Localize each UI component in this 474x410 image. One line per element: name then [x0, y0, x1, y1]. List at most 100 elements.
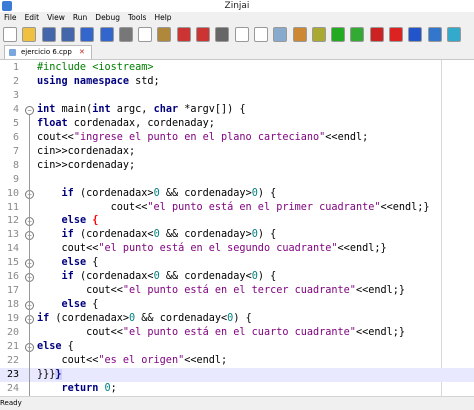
code-text: cout<<"es el origen"<<endl;: [37, 354, 228, 366]
line-number: 16: [6, 271, 19, 283]
title-bar: Zinjai: [0, 0, 474, 12]
code-text: else {: [61, 299, 99, 311]
menu-view[interactable]: View: [47, 13, 65, 22]
step-icon[interactable]: [408, 27, 423, 42]
code-line[interactable]: 6 cout<<"ingrese el punto en el plano car…: [0, 131, 474, 145]
replace-icon[interactable]: [273, 27, 288, 42]
code-line[interactable]: 5 float cordenadax, cordenaday;: [0, 117, 474, 131]
debug-icon[interactable]: [350, 27, 365, 42]
redo-icon[interactable]: [99, 27, 114, 42]
close-tab-icon[interactable]: ✕: [79, 48, 85, 56]
cpp-file-icon: [9, 49, 16, 56]
code-text: cout<<"el punto está en el tercer cuadra…: [37, 285, 406, 297]
fold-toggle-icon[interactable]: −: [25, 105, 34, 115]
line-number: 4: [12, 103, 19, 115]
code-text: cin>>cordenaday;: [37, 159, 136, 171]
line-number: 17: [6, 285, 19, 297]
copy-icon[interactable]: [138, 27, 153, 42]
code-line[interactable]: 24 return 0;: [0, 382, 474, 396]
code-line[interactable]: 18 else {: [0, 298, 474, 312]
save-icon[interactable]: [41, 27, 56, 42]
status-text: Ready: [0, 399, 22, 407]
code-line[interactable]: 20 cout<<"el punto está en el cuarto cua…: [0, 326, 474, 340]
code-line[interactable]: 13 if (cordenadax<0 && cordenaday>0) {: [0, 228, 474, 242]
help-icon[interactable]: [427, 27, 442, 42]
menu-run[interactable]: Run: [73, 13, 87, 22]
indent-icon[interactable]: [215, 27, 230, 42]
uncomment-icon[interactable]: [196, 27, 210, 42]
tab-label: ejercicio 6.cpp: [21, 48, 72, 56]
code-line[interactable]: 8 cin>>cordenaday;: [0, 159, 474, 173]
line-number: 3: [12, 89, 19, 101]
line-number: 14: [6, 243, 19, 255]
code-text: cout<<"el punto está en el cuarto cuadra…: [37, 327, 406, 339]
code-line[interactable]: 23}}}}: [0, 367, 474, 382]
menu-file[interactable]: File: [4, 13, 17, 22]
menu-tools[interactable]: Tools: [128, 13, 146, 22]
code-text: #include <iostream>: [37, 62, 154, 73]
line-number: 15: [6, 257, 19, 269]
code-line[interactable]: 22 cout<<"es el origen"<<endl;: [0, 354, 474, 368]
paste-icon[interactable]: [157, 27, 172, 42]
find-icon[interactable]: [234, 27, 249, 42]
code-line[interactable]: 12 else {: [0, 214, 474, 228]
code-text: if (cordenadax<0 && cordenaday<0) {: [61, 271, 277, 283]
line-number: 12: [6, 215, 19, 227]
code-line[interactable]: 10 if (cordenadax>0 && cordenaday>0) {: [0, 187, 474, 201]
line-number: 18: [6, 299, 19, 311]
find-next-icon[interactable]: [253, 27, 268, 42]
code-text: }}}}: [37, 368, 62, 380]
line-number: 22: [6, 354, 19, 366]
code-text: if (cordenadax>0 && cordenaday>0) {: [61, 187, 277, 199]
breakpoint-icon[interactable]: [389, 27, 403, 42]
save-all-icon[interactable]: [60, 27, 75, 42]
code-text: cout<<"el punto está en el primer cuadra…: [37, 201, 430, 213]
new-file-icon[interactable]: [3, 27, 17, 42]
line-number: 2: [12, 75, 19, 87]
line-number: 10: [6, 187, 19, 199]
code-text: return 0;: [61, 382, 117, 394]
code-text: else {: [61, 257, 99, 269]
line-number: 5: [12, 117, 19, 129]
menu-debug[interactable]: Debug: [95, 13, 120, 22]
line-number: 8: [12, 159, 19, 171]
code-line[interactable]: 11 cout<<"el punto está en el primer cua…: [0, 201, 474, 215]
clean-icon[interactable]: [311, 27, 326, 42]
code-line[interactable]: 3: [0, 89, 474, 103]
fold-guide: [29, 114, 30, 400]
menu-bar: File Edit View Run Debug Tools Help: [0, 12, 474, 24]
code-text: if (cordenadax>0 && cordenaday<0) {: [37, 313, 252, 325]
code-line[interactable]: 21 else {: [0, 340, 474, 354]
code-text: int main(int argc, char *argv[]) {: [37, 103, 246, 115]
code-line[interactable]: 4 int main(int argc, char *argv[]) {: [0, 103, 474, 117]
code-editor[interactable]: 1 #include <iostream> 2 using namespace std…: [0, 60, 474, 408]
code-line[interactable]: 9: [0, 173, 474, 187]
toolbar: [0, 24, 474, 45]
line-number: 19: [6, 313, 19, 325]
line-number: 7: [12, 145, 19, 157]
compile-icon[interactable]: [292, 27, 307, 42]
code-line[interactable]: 19 if (cordenadax>0 && cordenaday<0) {: [0, 312, 474, 326]
undo-icon[interactable]: [80, 27, 95, 42]
code-line[interactable]: 16 if (cordenadax<0 && cordenaday<0) {: [0, 270, 474, 284]
code-line[interactable]: 17 cout<<"el punto está en el tercer cua…: [0, 284, 474, 298]
run-icon[interactable]: [331, 27, 346, 42]
code-line[interactable]: 14 cout<<"el punto está en el segundo cu…: [0, 242, 474, 256]
code-line[interactable]: 7 cin>>cordenadax;: [0, 145, 474, 159]
cut-icon[interactable]: [118, 27, 133, 42]
code-line[interactable]: 1 #include <iostream>: [0, 61, 474, 75]
stop-icon[interactable]: [369, 27, 384, 42]
line-number: 21: [6, 341, 19, 352]
web-icon[interactable]: [446, 27, 461, 42]
code-line[interactable]: 15 else {: [0, 256, 474, 270]
code-text: cout<<"el punto está en el segundo cuadr…: [37, 243, 387, 255]
comment-icon[interactable]: [176, 27, 191, 42]
tab-bar: ejercicio 6.cpp ✕: [0, 44, 474, 60]
code-text: cout<<"ingrese el punto en el plano cart…: [37, 131, 369, 143]
open-icon[interactable]: [22, 27, 37, 42]
tab-file[interactable]: ejercicio 6.cpp ✕: [4, 45, 92, 59]
line-number: 13: [6, 229, 19, 241]
menu-help[interactable]: Help: [154, 13, 171, 22]
code-line[interactable]: 2 using namespace std;: [0, 75, 474, 89]
menu-edit[interactable]: Edit: [25, 13, 40, 22]
